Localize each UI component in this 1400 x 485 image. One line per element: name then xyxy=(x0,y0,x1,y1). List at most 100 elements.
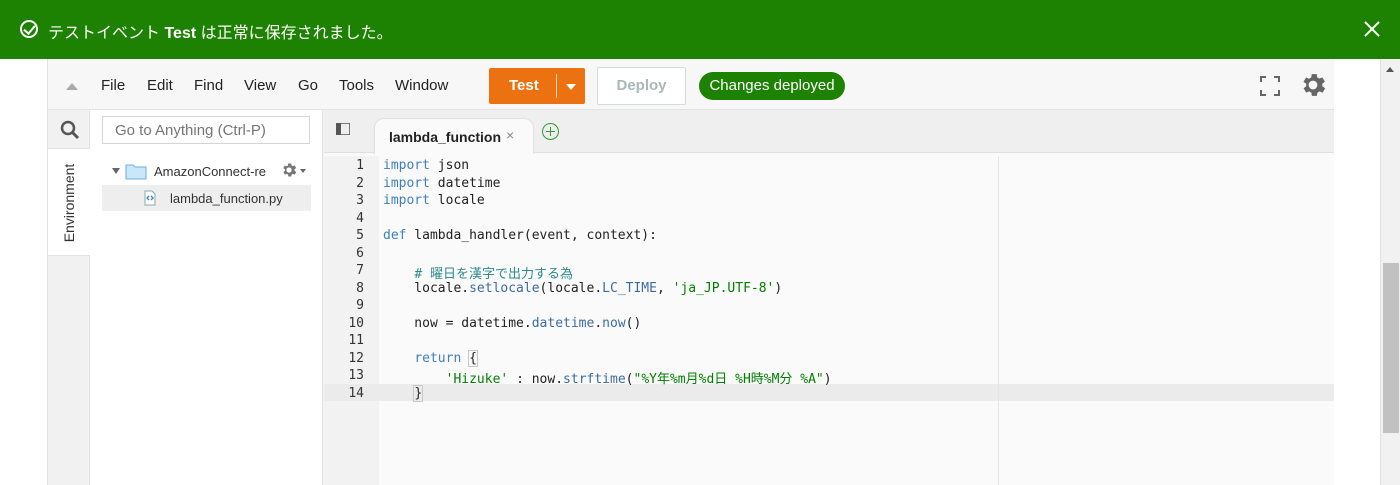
code-line: 14 } xyxy=(324,384,1334,404)
code-token: datetime xyxy=(429,175,501,191)
fullscreen-icon[interactable] xyxy=(1260,76,1280,96)
success-notification: テストイベント Test は正常に保存されました。 xyxy=(0,0,1400,59)
menu-go[interactable]: Go xyxy=(298,77,318,94)
folder-row[interactable]: AmazonConnect-res xyxy=(90,160,323,182)
editor-tab-bar: lambda_function × xyxy=(324,110,1334,154)
code-text: import json xyxy=(383,158,469,173)
line-number: 5 xyxy=(356,228,364,243)
code-token: , xyxy=(656,280,673,296)
environment-tab-label: Environment xyxy=(61,163,77,243)
file-name: lambda_function.py xyxy=(170,191,283,206)
add-tab-icon[interactable] xyxy=(542,123,559,140)
line-number: 13 xyxy=(348,368,364,383)
menu-edit[interactable]: Edit xyxy=(147,77,173,94)
code-line: 5 def lambda_handler(event, context): xyxy=(324,228,1334,246)
line-number: 2 xyxy=(356,175,364,191)
code-line: 8 locale.setlocale(locale.LC_TIME, 'ja_J… xyxy=(324,281,1334,299)
goto-anything-input[interactable] xyxy=(102,116,310,144)
deploy-button[interactable]: Deploy xyxy=(597,67,686,105)
event-name: Test xyxy=(164,25,197,42)
scroll-up-icon[interactable] xyxy=(1386,67,1394,72)
tab-label: lambda_function xyxy=(389,129,502,145)
code-editor-panel: lambda_function × 1 import json 2 import da… xyxy=(324,110,1334,485)
code-token: now = datetime. xyxy=(383,315,532,331)
close-icon[interactable] xyxy=(1360,17,1384,41)
tab-menu-icon[interactable] xyxy=(336,123,350,135)
code-token: import xyxy=(383,193,430,208)
status-badge: Changes deployed xyxy=(699,72,845,100)
code-token: now xyxy=(602,315,626,331)
code-line: 2 import datetime xyxy=(324,176,1334,194)
code-text: locale.setlocale(locale.LC_TIME, 'ja_JP.… xyxy=(383,281,782,296)
line-number: 10 xyxy=(348,315,364,331)
code-text: now = datetime.datetime.now() xyxy=(383,316,641,331)
gear-icon[interactable] xyxy=(280,161,298,179)
code-token: locale xyxy=(429,193,485,208)
notification-message: テストイベント Test は正常に保存されました。 xyxy=(48,25,393,42)
cloud9-ide: File Edit Find View Go Tools Window Test… xyxy=(48,59,1334,485)
code-line: 11 xyxy=(324,333,1334,351)
line-number: 12 xyxy=(348,350,364,366)
expand-caret-icon[interactable] xyxy=(112,168,120,174)
python-file-icon xyxy=(144,190,156,206)
code-text: 'Hizuke' : now.strftime("%Y年%m月%d日 %H時%M… xyxy=(383,368,832,387)
scrollbar-thumb[interactable] xyxy=(1383,263,1399,433)
code-token: locale. xyxy=(383,280,470,296)
code-text: # 曜日を漢字で出力する為 xyxy=(383,263,573,282)
collapse-caret-icon[interactable] xyxy=(66,83,78,90)
side-panel-tabs: Environment xyxy=(48,110,90,485)
code-token: json xyxy=(429,158,470,173)
line-number: 14 xyxy=(348,385,364,401)
code-token: () xyxy=(625,315,642,331)
file-tree-panel: AmazonConnect-res lambda_function.py xyxy=(90,110,323,485)
menu-file[interactable]: File xyxy=(101,77,125,94)
code-line: 12 return { xyxy=(324,349,1334,369)
code-token: . xyxy=(594,315,603,331)
chevron-down-icon[interactable] xyxy=(300,169,306,173)
gear-icon[interactable] xyxy=(1298,70,1328,100)
code-token: (locale. xyxy=(539,280,603,296)
code-text: def lambda_handler(event, context): xyxy=(383,228,657,243)
line-number: 4 xyxy=(356,210,364,226)
code-line: 13 'Hizuke' : now.strftime("%Y年%m月%d日 %H… xyxy=(324,368,1334,387)
line-number: 8 xyxy=(356,280,364,296)
folder-name: AmazonConnect-res xyxy=(154,164,266,179)
close-icon[interactable]: × xyxy=(506,127,514,143)
code-token: setlocale xyxy=(469,280,540,296)
code-token: return xyxy=(414,350,462,366)
menu-view[interactable]: View xyxy=(244,77,276,94)
code-line: 9 xyxy=(324,298,1334,316)
page-scrollbar[interactable] xyxy=(1380,59,1400,485)
check-circle-icon xyxy=(20,20,38,38)
folder-icon xyxy=(125,164,147,180)
code-token: } xyxy=(413,384,424,402)
code-text: import locale xyxy=(383,193,485,208)
search-icon[interactable] xyxy=(60,120,80,140)
code-token: datetime xyxy=(531,315,595,331)
code-line: 4 xyxy=(324,211,1334,229)
code-area[interactable]: 1 import json 2 import datetime 3 import loca… xyxy=(324,156,1334,485)
menu-find[interactable]: Find xyxy=(194,77,223,94)
code-line: 3 import locale xyxy=(324,193,1334,211)
code-text: import datetime xyxy=(383,176,500,191)
code-token: lambda_handler(event, context): xyxy=(406,228,657,243)
code-token: ) xyxy=(774,280,783,296)
tab-lambda-function[interactable]: lambda_function × xyxy=(374,118,534,154)
line-number: 6 xyxy=(356,245,364,261)
line-number: 7 xyxy=(356,263,364,278)
tab-environment[interactable]: Environment xyxy=(48,148,90,256)
line-number: 9 xyxy=(356,298,364,313)
menu-window[interactable]: Window xyxy=(395,77,448,94)
code-token: { xyxy=(468,349,478,367)
code-text: return { xyxy=(383,349,478,367)
code-token: import xyxy=(383,158,430,173)
test-button[interactable]: Test xyxy=(489,68,585,104)
chevron-down-icon[interactable] xyxy=(566,84,576,90)
file-row-selected[interactable]: lambda_function.py xyxy=(102,185,311,211)
code-text: } xyxy=(383,384,424,402)
code-token: LC_TIME xyxy=(602,280,657,296)
menu-tools[interactable]: Tools xyxy=(339,77,374,94)
